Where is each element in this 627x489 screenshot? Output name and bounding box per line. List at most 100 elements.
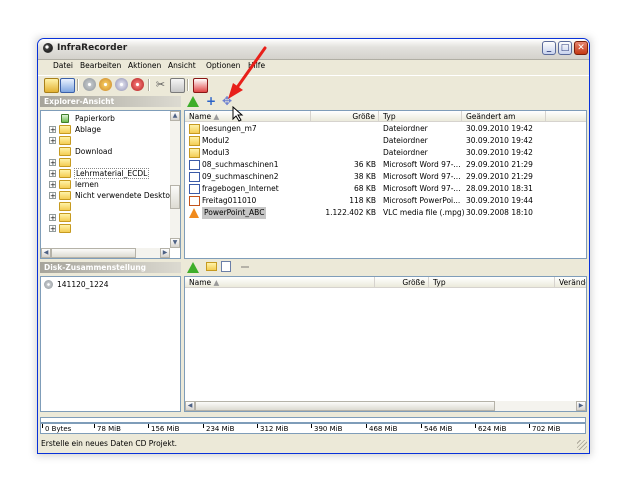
file-changed: 30.09.2010 19:42 — [466, 136, 533, 145]
explorer-file-list[interactable]: Name ▲ Größe Typ Geändert am loesungen_m… — [184, 110, 587, 259]
scroll-thumb[interactable] — [195, 401, 495, 411]
file-type: Dateiordner — [383, 148, 428, 157]
burn-disc-icon[interactable] — [83, 78, 96, 91]
file-type: Dateiordner — [383, 136, 428, 145]
scroll-up-icon[interactable]: ▲ — [170, 111, 180, 121]
expand-icon[interactable]: + — [49, 126, 56, 134]
disc-info-icon[interactable] — [131, 78, 144, 91]
copy-disc-icon[interactable] — [99, 78, 112, 91]
file-row[interactable]: Modul2 Dateiordner 30.09.2010 19:42 — [185, 135, 585, 147]
folder-icon — [59, 147, 71, 156]
recycle-bin-icon — [61, 114, 69, 123]
file-size: 1.122.402 KB — [325, 208, 376, 217]
expand-icon[interactable]: + — [49, 170, 56, 178]
toolbar-separator — [148, 79, 150, 91]
compilation-header: Disk-Zusammenstellung — [40, 262, 181, 273]
expand-icon[interactable]: + — [49, 214, 56, 222]
file-row[interactable]: Modul3 Dateiordner 30.09.2010 19:42 — [185, 147, 585, 159]
tree-item-label: lernen — [75, 180, 99, 189]
column-type[interactable]: Typ — [379, 111, 462, 122]
toolbar: ✂ — [38, 75, 589, 94]
file-name: loesungen_m7 — [202, 124, 257, 133]
menu-ansicht[interactable]: Ansicht — [168, 61, 196, 70]
file-row[interactable]: 08_suchmaschinen1 36 KB Microsoft Word 97-… — [185, 159, 585, 171]
expand-icon[interactable]: + — [49, 137, 56, 145]
menu-datei[interactable]: Datei — [53, 61, 73, 70]
column-name[interactable]: Name ▲ — [185, 277, 375, 288]
infrarecorder-logo-icon — [43, 43, 53, 53]
capacity-ruler: 0 Bytes 78 MiB 156 MiB 234 MiB 312 MiB 390 Mi… — [40, 423, 586, 434]
scroll-right-icon[interactable]: ▶ — [576, 401, 586, 411]
powerpoint-icon — [189, 196, 200, 206]
menu-optionen[interactable]: Optionen — [206, 61, 240, 70]
capacity-tick-label: 312 MiB — [256, 424, 289, 433]
title-bar[interactable]: InfraRecorder _ □ ✕ — [38, 39, 589, 60]
minimize-button[interactable]: _ — [542, 41, 556, 55]
file-list-header: Name ▲ Größe Typ Geändert am — [185, 111, 586, 122]
compilation-horizontal-scrollbar[interactable]: ◀ ▶ — [185, 401, 586, 411]
scroll-right-icon[interactable]: ▶ — [160, 248, 170, 258]
file-name: 08_suchmaschinen1 — [202, 160, 279, 169]
tree-vertical-scrollbar[interactable]: ▲ ▼ — [170, 111, 180, 248]
open-project-icon[interactable] — [60, 78, 75, 93]
compilation-toolbar — [184, 261, 587, 275]
file-name: Modul2 — [202, 136, 230, 145]
resize-grip-icon[interactable] — [577, 440, 587, 450]
exit-icon[interactable] — [193, 78, 208, 93]
properties-icon[interactable] — [170, 78, 185, 93]
import-icon[interactable] — [221, 261, 231, 272]
scroll-left-icon[interactable]: ◀ — [41, 248, 51, 258]
new-folder-icon[interactable] — [206, 262, 217, 271]
tree-horizontal-scrollbar[interactable]: ◀ ▶ — [41, 248, 170, 258]
file-row[interactable]: 09_suchmaschinen2 38 KB Microsoft Word 97-… — [185, 171, 585, 183]
file-type: VLC media file (.mpg) — [383, 208, 465, 217]
mouse-cursor-icon — [232, 106, 244, 122]
cut-icon[interactable]: ✂ — [154, 78, 167, 91]
erase-disc-icon[interactable] — [115, 78, 128, 91]
file-row[interactable]: fragebogen_Internet 68 KB Microsoft Word 9… — [185, 183, 585, 195]
column-size[interactable]: Größe — [375, 277, 429, 288]
tree-item-label: Download — [75, 147, 113, 156]
column-changed[interactable]: Verände — [555, 277, 586, 288]
menu-bar: Datei Bearbeiten Aktionen Ansicht Option… — [38, 59, 589, 73]
new-project-icon[interactable] — [44, 78, 59, 93]
expand-icon[interactable]: + — [49, 225, 56, 233]
column-size[interactable]: Größe — [311, 111, 379, 122]
scroll-down-icon[interactable]: ▼ — [170, 238, 180, 248]
file-type: Microsoft Word 97-... — [383, 172, 461, 181]
column-changed[interactable]: Geändert am — [462, 111, 546, 122]
up-arrow-icon[interactable] — [187, 262, 199, 273]
vlc-cone-icon — [189, 208, 199, 218]
scroll-thumb[interactable] — [51, 248, 136, 258]
scroll-left-icon[interactable]: ◀ — [185, 401, 195, 411]
menu-hilfe[interactable]: Hilfe — [248, 61, 265, 70]
expand-icon[interactable]: + — [49, 159, 56, 167]
maximize-button[interactable]: □ — [558, 41, 572, 55]
remove-icon[interactable] — [241, 266, 249, 268]
column-name[interactable]: Name ▲ — [185, 111, 311, 122]
sort-ascending-icon: ▲ — [213, 278, 220, 287]
up-arrow-icon[interactable] — [187, 96, 199, 107]
close-button[interactable]: ✕ — [574, 41, 588, 55]
menu-aktionen[interactable]: Aktionen — [128, 61, 161, 70]
add-all-icon[interactable]: ✥ — [222, 95, 232, 108]
word-document-icon — [189, 184, 200, 194]
expand-icon[interactable]: + — [49, 192, 56, 200]
column-type[interactable]: Typ — [429, 277, 555, 288]
explorer-tree[interactable]: Papierkorb Ablage + + Download + Lehrmaterial_… — [40, 110, 181, 259]
file-row[interactable]: PowerPoint_ABC 1.122.402 KB VLC media file… — [185, 207, 585, 219]
expand-icon[interactable]: + — [49, 181, 56, 189]
tree-item-label: Nicht verwendete Deskto — [75, 191, 171, 200]
add-icon[interactable]: + — [206, 95, 216, 108]
close-icon: ✕ — [577, 43, 585, 53]
file-row[interactable]: Freitag011010 118 KB Microsoft PowerPoi...… — [185, 195, 585, 207]
disc-icon — [44, 280, 53, 289]
file-row[interactable]: loesungen_m7 Dateiordner 30.09.2010 19:42 — [185, 123, 585, 135]
compilation-tree[interactable]: 141120_1224 — [40, 276, 181, 412]
compilation-file-list[interactable]: Name ▲ Größe Typ Verände ◀ ▶ — [184, 276, 587, 412]
scroll-thumb[interactable] — [170, 185, 180, 209]
file-name: 09_suchmaschinen2 — [202, 172, 279, 181]
folder-icon — [189, 148, 200, 158]
menu-bearbeiten[interactable]: Bearbeiten — [80, 61, 121, 70]
capacity-tick-label: 624 MiB — [474, 424, 507, 433]
